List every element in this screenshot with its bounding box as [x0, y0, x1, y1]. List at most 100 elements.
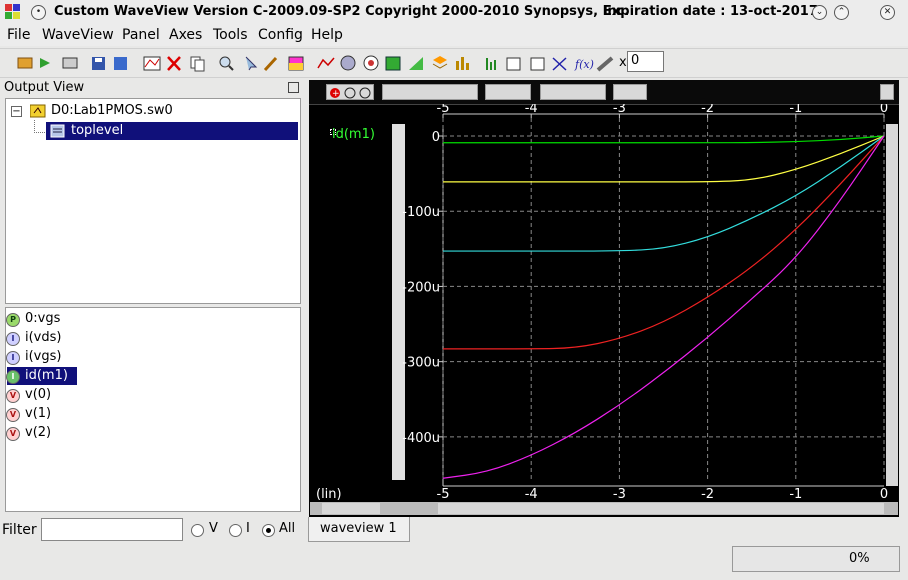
menu-help[interactable]: Help [311, 27, 343, 43]
disk-icon [363, 55, 379, 71]
x-tick-label-bottom: -3 [613, 487, 626, 502]
y-tick-label: 0 [432, 130, 440, 145]
filter-input[interactable] [41, 518, 183, 541]
plot-curves [442, 135, 885, 479]
filter-label: Filter [2, 522, 37, 538]
nav-buttons[interactable] [485, 84, 531, 100]
x-tick-label-top: -3 [613, 104, 626, 116]
bar-chart-icon [456, 57, 469, 70]
print-icon [62, 57, 78, 69]
stack-buttons[interactable] [613, 84, 647, 100]
series-line-3 [443, 135, 885, 350]
filter-radio-i[interactable] [229, 524, 242, 537]
menu-config[interactable]: Config [258, 27, 303, 43]
x-ticks-bottom: -5 -4 -3 -2 -1 0 [437, 487, 889, 502]
layers-icon [432, 56, 448, 69]
histogram-icon [486, 58, 496, 70]
panel-menu-icon[interactable] [880, 84, 894, 100]
expiration-date: Expiration date : 13-oct-2017 [603, 4, 818, 19]
x-tick-label-top: -5 [437, 104, 450, 116]
tree-connector [34, 120, 45, 133]
tree-root[interactable]: D0:Lab1PMOS.sw0 [51, 103, 173, 118]
x-tick-label-bottom: -5 [437, 487, 450, 502]
cursor-icon [245, 56, 258, 71]
filter-radio-v[interactable] [191, 524, 204, 537]
zoom-buttons[interactable]: + [326, 84, 374, 100]
window-menu-icon[interactable]: • [31, 5, 46, 20]
progress-text: 0% [849, 551, 870, 566]
x-tick-label-bottom: 0 [880, 487, 888, 502]
x-tick-label-bottom: -1 [789, 487, 802, 502]
x-tick-label-top: 0 [880, 104, 888, 116]
scroll-thumb[interactable] [438, 503, 884, 514]
netlist-icon [30, 104, 46, 118]
param-icon: P [6, 313, 20, 327]
menu-panel[interactable]: Panel [122, 27, 160, 43]
x-scale-label: (lin) [316, 487, 342, 502]
copy-icon [190, 56, 205, 72]
menu-tools[interactable]: Tools [213, 27, 248, 43]
y-tick-label: -200u [402, 280, 440, 295]
voltage-icon: V [6, 427, 20, 441]
x-tick-label-bottom: -4 [525, 487, 538, 502]
window-title: Custom WaveView Version C-2009.09-SP2 Co… [54, 4, 630, 19]
x-tick-label-top: -1 [789, 104, 802, 116]
frame-icon [385, 56, 401, 71]
current-icon: I [6, 370, 20, 384]
tab-label: waveview 1 [320, 521, 397, 536]
svg-text:+: + [332, 89, 340, 99]
series-line-2 [443, 135, 885, 252]
x-tick-label-bottom: -2 [701, 487, 714, 502]
menu-axes[interactable]: Axes [169, 27, 202, 43]
open-folder-icon [17, 57, 33, 69]
arrow-right-icon [40, 58, 50, 68]
minimize-icon[interactable]: ⌄ [812, 5, 827, 20]
series-line-0 [442, 135, 885, 144]
menu-file[interactable]: File [7, 27, 30, 43]
tree-child: toplevel [71, 123, 124, 138]
line-chart-icon [317, 57, 335, 69]
filter-label-v: V [209, 521, 218, 536]
filter-radio-all[interactable] [262, 524, 275, 537]
current-icon: I [6, 332, 20, 346]
zoom-icon [219, 56, 234, 71]
module-icon [50, 124, 65, 138]
voltage-icon: V [6, 389, 20, 403]
close-icon[interactable]: ✕ [880, 5, 895, 20]
x-value-input[interactable]: 0 [627, 51, 664, 72]
function-icon: f(x) [574, 58, 594, 71]
ruler-icon [596, 56, 614, 72]
filter-label-all: All [279, 521, 296, 536]
current-icon: I [6, 351, 20, 365]
y-tick-label: -300u [402, 356, 440, 371]
series-line-4 [442, 135, 885, 479]
collapse-icon[interactable]: − [11, 106, 22, 117]
waveform-plot[interactable]: -5 -4 -3 -2 -1 0 -5 -4 -3 -2 -1 0 0 -100u -200u -300u… [310, 104, 900, 502]
y-ticks: 0 -100u -200u -300u -400u [402, 130, 440, 446]
svg-text:f(x): f(x) [574, 58, 594, 71]
ramp-icon [409, 57, 423, 70]
menu-waveview[interactable]: WaveView [42, 27, 114, 43]
app-icon [5, 4, 21, 20]
measure-icon [506, 57, 521, 71]
grid-buttons[interactable] [382, 84, 478, 100]
delete-icon [167, 56, 181, 71]
output-view-title: Output View [4, 80, 85, 95]
undock-icon[interactable] [288, 82, 299, 93]
x-value-label: x [619, 55, 627, 70]
progress-bar [732, 546, 900, 572]
table-icon [530, 57, 545, 71]
transform-icon [552, 57, 567, 71]
toolbar-icons: f(x) [17, 55, 614, 72]
probe-icon [263, 56, 278, 72]
scroll-thumb-left[interactable] [322, 503, 380, 514]
palette-icon [288, 56, 304, 71]
voltage-icon: V [6, 408, 20, 422]
save-icon [92, 57, 105, 70]
panel-buttons[interactable] [540, 84, 606, 100]
maximize-icon[interactable]: ⌃ [834, 5, 849, 20]
x-tick-label-top: -4 [525, 104, 538, 116]
plot-grid [439, 113, 898, 487]
save-as-icon [114, 57, 127, 70]
x-tick-label-top: -2 [701, 104, 714, 116]
